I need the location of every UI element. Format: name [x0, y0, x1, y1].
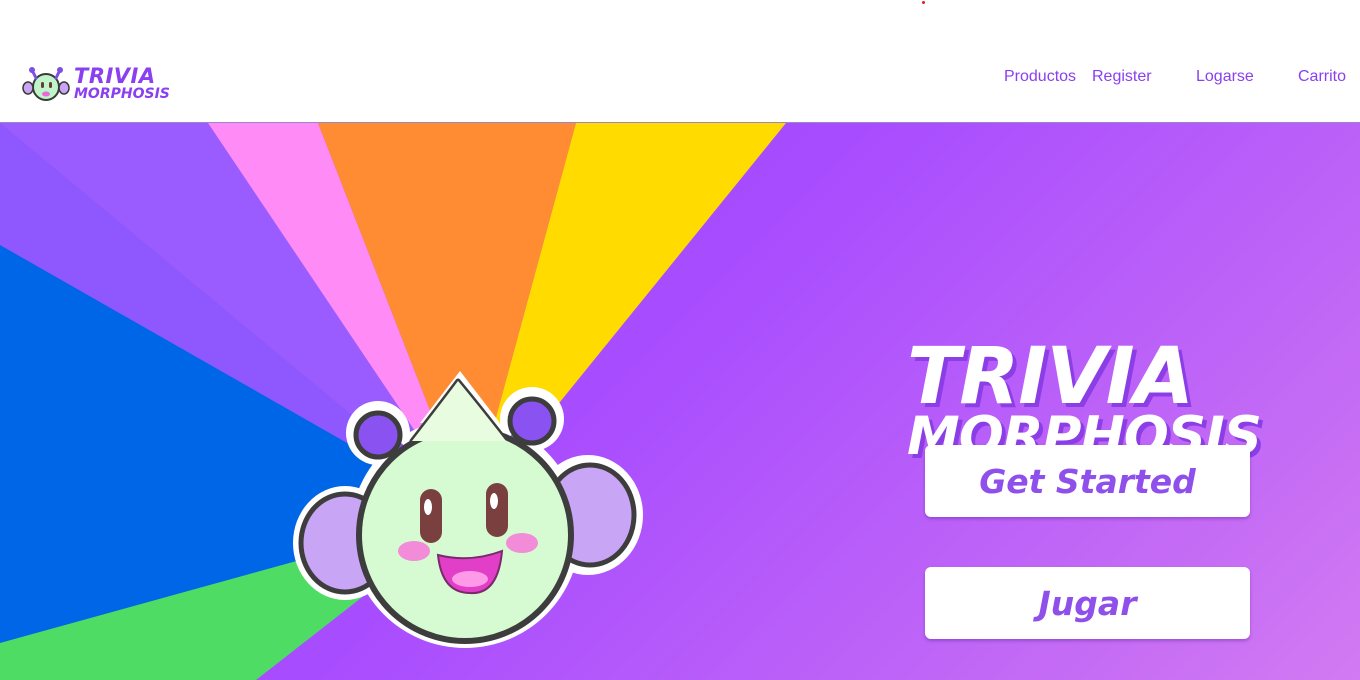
nav-link-logarse[interactable]: Logarse: [1196, 68, 1254, 86]
logo-line2: MORPHOSIS: [74, 86, 170, 102]
nav-link-register[interactable]: Register: [1092, 68, 1152, 86]
top-navbar: TRIVIA MORPHOSIS Productos Register Loga…: [0, 0, 1360, 123]
nav-link-productos[interactable]: Productos: [1004, 68, 1076, 86]
nav-link-carrito[interactable]: Carrito: [1298, 68, 1346, 86]
hero-section: TRIVIA MORPHOSIS Get Started Jugar: [0, 123, 1360, 680]
logo-line1: TRIVIA: [74, 64, 156, 88]
red-dot-marker: [922, 1, 925, 4]
play-button[interactable]: Jugar: [925, 567, 1250, 639]
hero-title-line1: TRIVIA: [907, 332, 1194, 423]
logo-wordmark[interactable]: TRIVIA MORPHOSIS: [74, 64, 184, 102]
get-started-button[interactable]: Get Started: [925, 445, 1250, 517]
